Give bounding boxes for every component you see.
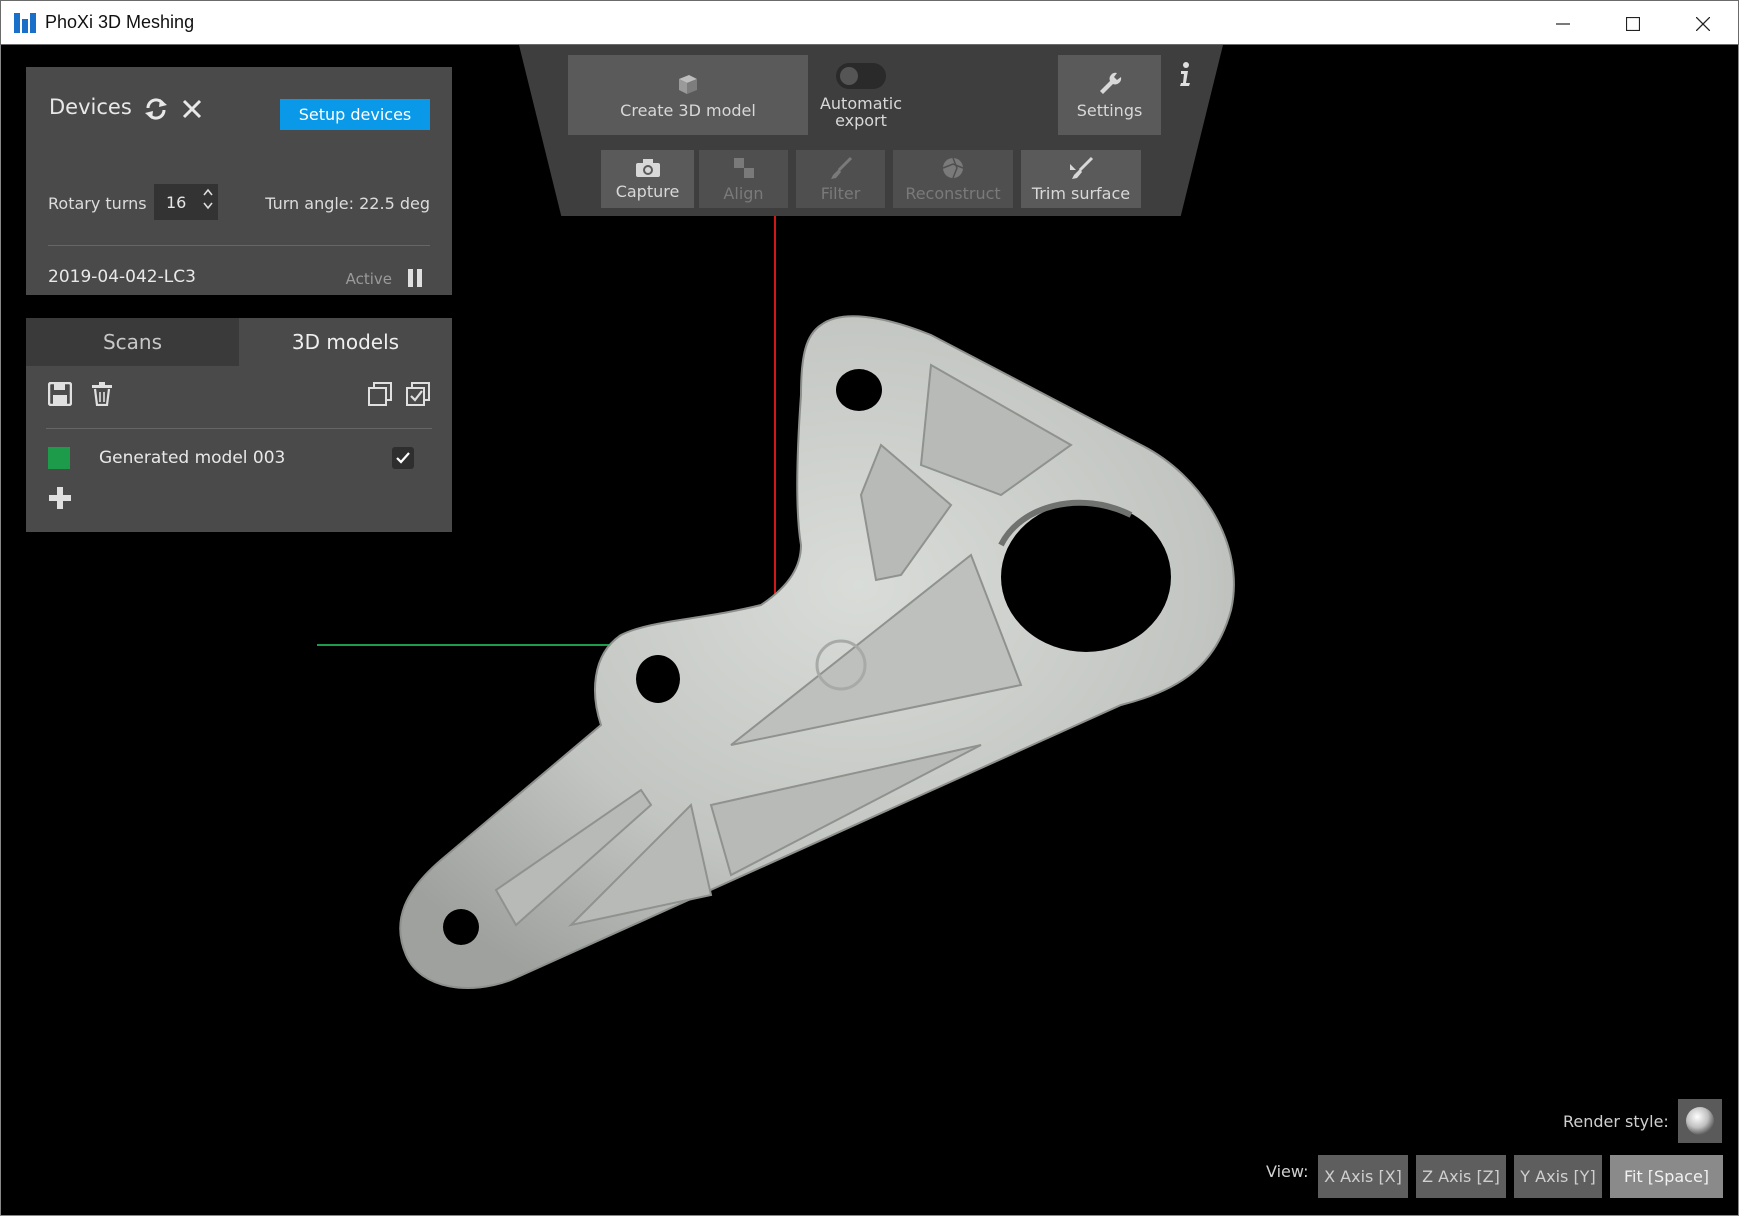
window-controls <box>1528 1 1738 46</box>
refresh-button[interactable] <box>142 95 170 123</box>
camera-icon <box>635 158 660 177</box>
model-visibility-checkbox[interactable] <box>392 447 414 469</box>
rotary-turns-stepper[interactable]: 16 <box>154 184 218 220</box>
chevron-up-icon <box>203 188 213 196</box>
create-3d-model-label: Create 3D model <box>620 100 756 120</box>
3d-viewport[interactable]: Devices Setup devices Rotary turns 16 Tu… <box>0 45 1739 1216</box>
minimize-icon <box>1556 22 1570 25</box>
wrench-icon <box>1099 72 1121 94</box>
pause-icon[interactable] <box>408 269 422 287</box>
toggle-knob <box>840 67 858 85</box>
add-model-button[interactable] <box>48 486 72 510</box>
rotary-turns-value: 16 <box>166 192 187 212</box>
window-title: PhoXi 3D Meshing <box>45 12 195 32</box>
sphere-icon <box>1686 1107 1714 1135</box>
chevron-down-icon <box>203 202 213 210</box>
automatic-export-toggle[interactable] <box>836 63 886 89</box>
select-all-button[interactable] <box>404 380 432 408</box>
models-panel: Scans 3D models Generated model 003 <box>26 318 452 532</box>
render-style-label: Render style: <box>1563 1112 1669 1131</box>
y-axis-view-button[interactable]: Y Axis [Y] <box>1514 1155 1602 1198</box>
rotary-turns-label: Rotary turns <box>48 194 147 213</box>
tab-scans[interactable]: Scans <box>26 318 239 366</box>
models-toolbar <box>46 380 432 412</box>
automatic-export-label: Automatic export <box>819 94 903 130</box>
tab-3d-models[interactable]: 3D models <box>239 318 452 366</box>
deselect-all-button[interactable] <box>366 380 394 408</box>
maximize-icon <box>1626 16 1640 31</box>
reconstruct-label: Reconstruct <box>905 183 1001 203</box>
cube-icon <box>679 74 697 94</box>
trim-surface-button[interactable]: Trim surface <box>1021 150 1141 208</box>
turn-angle-text: Turn angle: 22.5 deg <box>265 194 430 213</box>
device-status: Active <box>345 270 392 288</box>
maximize-button[interactable] <box>1598 1 1668 46</box>
model-name: Generated model 003 <box>99 448 286 468</box>
fit-view-button[interactable]: Fit [Space] <box>1610 1155 1723 1198</box>
align-icon <box>733 157 754 178</box>
device-serial: 2019-04-042-LC3 <box>48 267 196 287</box>
remove-device-button[interactable] <box>180 97 204 121</box>
refresh-icon <box>145 98 167 120</box>
close-button[interactable] <box>1668 1 1738 46</box>
setup-devices-button[interactable]: Setup devices <box>280 99 430 130</box>
view-label: View: <box>1266 1162 1309 1181</box>
info-icon <box>1180 62 1190 86</box>
minimize-button[interactable] <box>1528 1 1598 46</box>
capture-label: Capture <box>615 181 680 201</box>
models-tabs: Scans 3D models <box>26 318 452 366</box>
title-bar: PhoXi 3D Meshing <box>0 0 1739 45</box>
trim-surface-label: Trim surface <box>1031 183 1131 203</box>
list-item[interactable]: Generated model 003 <box>48 443 414 473</box>
stepper-arrows[interactable] <box>202 187 214 211</box>
app-logo-icon <box>14 12 36 33</box>
info-button[interactable] <box>1173 59 1197 89</box>
align-button[interactable]: Align <box>699 150 788 208</box>
x-axis-view-button[interactable]: X Axis [X] <box>1318 1155 1408 1198</box>
delete-button[interactable] <box>88 380 116 408</box>
devices-panel: Devices Setup devices Rotary turns 16 Tu… <box>26 67 452 295</box>
model-color-swatch[interactable] <box>48 447 70 469</box>
select-all-icon <box>406 382 430 406</box>
aperture-icon <box>942 157 964 178</box>
settings-label: Settings <box>1076 100 1143 120</box>
close-icon <box>182 99 202 119</box>
settings-button[interactable]: Settings <box>1058 55 1161 135</box>
capture-button[interactable]: Capture <box>601 150 694 208</box>
brush-icon <box>830 156 852 179</box>
devices-title: Devices <box>49 95 132 119</box>
divider <box>48 245 430 246</box>
divider <box>46 428 432 429</box>
close-icon <box>1696 16 1710 31</box>
z-axis-view-button[interactable]: Z Axis [Z] <box>1416 1155 1506 1198</box>
copy-icon <box>368 382 392 406</box>
render-style-button[interactable] <box>1678 1099 1722 1143</box>
checkmark-icon <box>396 452 410 464</box>
filter-button[interactable]: Filter <box>796 150 885 208</box>
trash-icon <box>92 382 112 406</box>
reconstruct-button[interactable]: Reconstruct <box>893 150 1013 208</box>
save-button[interactable] <box>46 380 74 408</box>
trim-icon <box>1070 156 1094 179</box>
scanned-part-mesh <box>399 315 1235 989</box>
align-label: Align <box>723 183 764 203</box>
plus-icon <box>49 487 71 509</box>
save-icon <box>48 382 72 406</box>
filter-label: Filter <box>820 183 861 203</box>
create-3d-model-button[interactable]: Create 3D model <box>568 55 808 135</box>
